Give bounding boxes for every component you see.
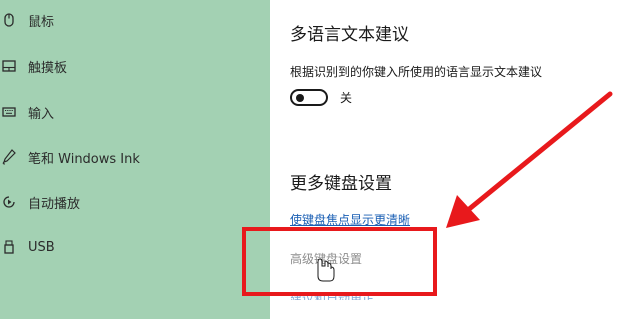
toggle-knob [296,93,304,102]
toggle-state-label: 关 [340,91,353,105]
sidebar-item-pen-ink[interactable]: 笔和 Windows Ink [0,141,270,173]
more-keyboard-heading: 更多键盘设置 [290,174,392,194]
sidebar-item-label: 自动播放 [28,196,81,212]
main-content: 多语言文本建议 根据识别到的你键入所使用的语言显示文本建议 关 更多键盘设置 使… [270,0,624,319]
sidebar-item-typing[interactable]: 输入 [0,96,270,128]
sidebar-item-usb[interactable]: USB [0,231,270,263]
multilang-toggle[interactable] [290,89,328,106]
usb-icon [2,239,16,255]
suggestions-autocorrect-link[interactable]: 建议和自动更正 [290,290,374,300]
pen-icon [2,149,16,165]
settings-window: 鼠标 触摸板 输入 笔和 Windows Ink 自动播放 USB 多语言文本建… [0,0,624,319]
keyboard-focus-link[interactable]: 使键盘焦点显示更清晰 [290,211,410,228]
touchpad-icon [2,58,16,74]
sidebar-item-mouse[interactable]: 鼠标 [0,4,270,36]
sidebar-item-autoplay[interactable]: 自动播放 [0,186,270,218]
multilang-description: 根据识别到的你键入所使用的语言显示文本建议 [290,65,543,79]
sidebar-item-label: USB [28,239,55,255]
advanced-keyboard-settings-link[interactable]: 高级键盘设置 [290,250,362,267]
keyboard-icon [2,104,16,120]
autoplay-icon [2,194,16,210]
sidebar-item-label: 触摸板 [28,60,68,76]
multilang-toggle-row: 关 [290,89,352,106]
sidebar-item-label: 鼠标 [28,14,55,30]
sidebar: 鼠标 触摸板 输入 笔和 Windows Ink 自动播放 USB [0,0,270,319]
multilang-heading: 多语言文本建议 [290,25,409,45]
sidebar-item-label: 输入 [28,106,55,122]
sidebar-item-touchpad[interactable]: 触摸板 [0,50,270,82]
mouse-icon [2,12,16,28]
sidebar-item-label: 笔和 Windows Ink [28,151,140,167]
